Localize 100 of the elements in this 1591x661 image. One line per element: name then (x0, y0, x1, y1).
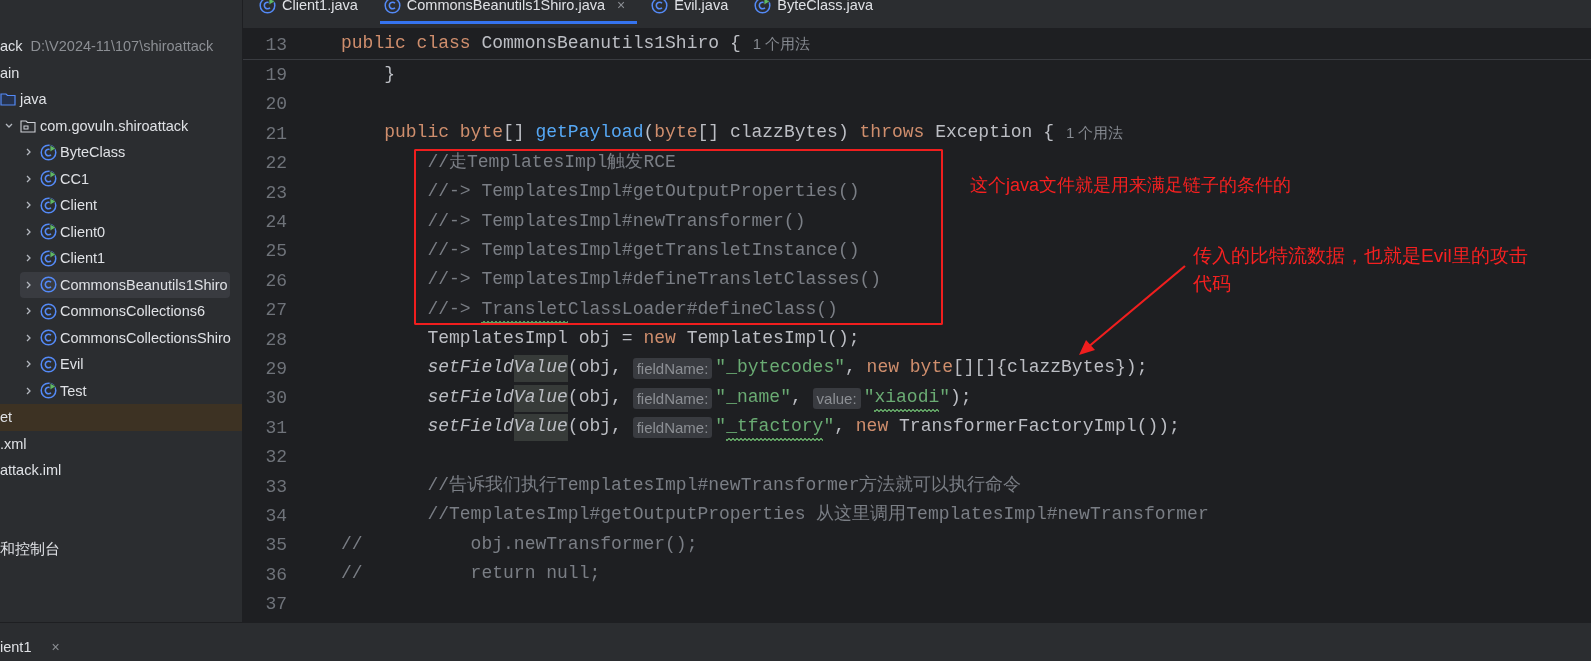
runnable-class-icon (39, 223, 57, 241)
line-number: 24 (264, 212, 287, 233)
tool-window-tab[interactable]: ient1 × (0, 637, 68, 657)
tree-item-label[interactable]: 和控制台 (0, 540, 60, 560)
code-token: //-> TemplatesImpl#newTransformer() (426, 209, 806, 233)
code-token: (obj, (567, 385, 623, 409)
line-number: 31 (264, 417, 287, 438)
close-icon[interactable]: × (51, 639, 60, 655)
code-token: " (823, 415, 835, 439)
tree-row[interactable]: CommonsBeanutils1Shiro (20, 271, 230, 298)
code-token: , (845, 356, 857, 380)
parameter-hint: fieldName: (632, 417, 713, 439)
parameter-hint: fieldName: (632, 358, 713, 380)
code-token: } (383, 62, 395, 86)
code-token: //-> TemplatesImpl#getTransletInstance() (426, 238, 860, 262)
code-token: new (643, 327, 677, 351)
line-number: 25 (264, 241, 287, 262)
line-number: 19 (264, 65, 287, 86)
class-icon (651, 0, 669, 14)
code-token: Exception { (935, 121, 1054, 145)
editor-tab[interactable]: Client1.java (255, 0, 370, 24)
runnable-class-icon (39, 143, 57, 161)
code-token: // obj.newTransformer(); (341, 532, 698, 556)
code-token: new byte (866, 356, 953, 380)
usage-hint[interactable]: 1 个用法 (1066, 124, 1124, 144)
runnable-class-icon (39, 196, 57, 214)
runnable-class-icon (39, 170, 57, 188)
code-token: ); (950, 385, 972, 409)
code-token: "_bytecodes" (715, 356, 845, 380)
usage-hint[interactable]: 1 个用法 (752, 35, 811, 55)
tree-item-label[interactable]: Client (60, 197, 98, 214)
tree-item-label[interactable]: Test (60, 382, 87, 399)
line-number: 22 (264, 153, 287, 174)
project-path: D:\V2024-11\107\shiroattack (30, 38, 214, 55)
code-token: , (834, 415, 846, 439)
class-icon (383, 0, 401, 14)
code-token: "_name" (715, 385, 791, 409)
tree-item-label[interactable]: CommonsCollections6 (60, 303, 206, 320)
line-number: 28 (264, 329, 287, 350)
tree-item-label[interactable]: attack.iml (0, 462, 62, 479)
tree-item-label[interactable]: ack (0, 38, 23, 55)
code-token: setField (426, 415, 514, 439)
code-token: public byte (383, 121, 504, 145)
line-number: 37 (264, 594, 287, 615)
code-token: ClassLoader#defineClass() (567, 297, 838, 321)
annotation-text: 这个java文件就是用来满足链子的条件的 (970, 174, 1292, 197)
class-icon (39, 302, 57, 320)
line-number: 32 (264, 447, 287, 468)
line-number: 36 (264, 564, 287, 585)
code-token: (obj, (567, 415, 623, 439)
code-token: ( (643, 121, 655, 145)
editor-tab[interactable]: Evil.java (647, 0, 741, 24)
tree-item-label[interactable]: java (20, 91, 47, 108)
tree-item-label[interactable]: com.govuln.shiroattack (40, 117, 189, 134)
class-icon (39, 276, 57, 294)
editor-tab[interactable]: CommonsBeanutils1Shiro.java × (379, 0, 638, 24)
runnable-class-icon (39, 249, 57, 267)
tree-item-label[interactable]: Client0 (60, 223, 106, 240)
line-number: 29 (264, 359, 287, 379)
editor-tab[interactable]: ByteClass.java (750, 0, 886, 24)
code-token: TemplatesImpl obj = (426, 327, 634, 351)
code-token: setField (426, 385, 514, 409)
tree-item-label[interactable]: ain (0, 64, 20, 81)
tree-item-label[interactable]: CommonsBeanutils1Shiro (60, 276, 228, 293)
code-token: CommonsBeanutils1Shiro { (481, 32, 741, 56)
line-number: 35 (264, 535, 287, 556)
code-token: // return null; (341, 562, 601, 586)
close-icon[interactable]: × (617, 0, 626, 13)
code-token: throws (859, 121, 926, 145)
code-token: new (855, 415, 890, 439)
line-number: 26 (264, 270, 287, 291)
code-token: TransformerFactoryImpl()); (899, 415, 1180, 439)
code-token: " (715, 415, 727, 439)
tree-item-label[interactable]: CC1 (60, 170, 89, 187)
line-number: 33 (264, 476, 287, 497)
code-token: getPayload (535, 121, 644, 145)
tree-row[interactable]: et (0, 404, 242, 431)
tree-item-label[interactable]: .xml (0, 435, 27, 452)
annotation-text: 传入的比特流数据，也就是Evil里的攻击代码 (1193, 244, 1529, 296)
parameter-hint: fieldName: (632, 387, 713, 409)
tree-item-label[interactable]: Evil (60, 356, 84, 373)
line-number: 23 (264, 182, 287, 203)
code-token: (obj, (567, 356, 623, 380)
code-token: //-> TemplatesImpl#getOutputProperties() (426, 180, 860, 204)
package-icon (20, 118, 36, 133)
code-token: setField (426, 356, 514, 380)
code-token: public class (341, 32, 472, 56)
class-icon (39, 355, 57, 373)
tree-item-label[interactable]: ByteClass (60, 144, 126, 161)
tree-item-label[interactable]: Client1 (60, 250, 106, 267)
code-token: //TemplatesImpl#getOutputProperties 从这里调用TemplatesImpl#newTransformer (426, 503, 1209, 527)
code-token: //-> (426, 297, 472, 321)
tree-item-label[interactable]: et (0, 409, 13, 426)
code-token: [] (503, 121, 526, 145)
code-token: //走TemplatesImpl触发RCE (426, 150, 676, 174)
code-token: [][]{clazzBytes}); (953, 356, 1148, 380)
code-token: " (939, 385, 951, 409)
tree-item-label[interactable]: CommonsCollectionsShiro (60, 329, 231, 346)
parameter-hint: value: (812, 387, 861, 409)
runnable-class-icon (39, 382, 57, 400)
